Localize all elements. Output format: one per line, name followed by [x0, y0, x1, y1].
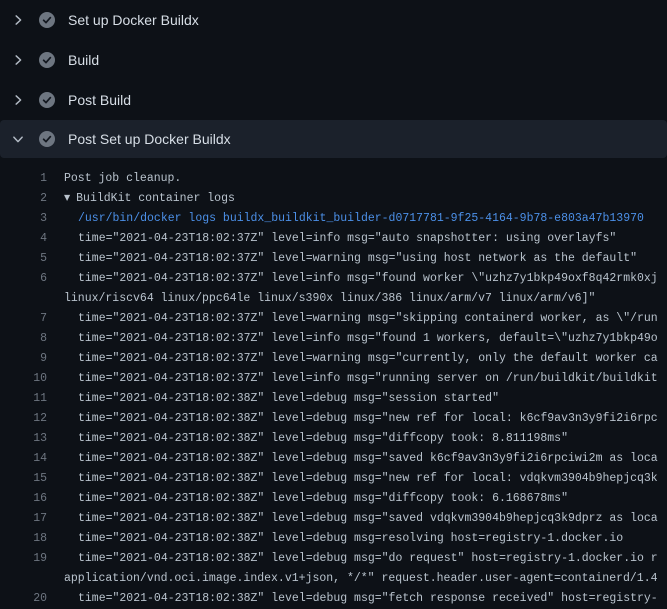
log-line-text: time="2021-04-23T18:02:38Z" level=debug …	[78, 589, 658, 609]
log-line-text: Post job cleanup.	[64, 169, 181, 189]
log-line-number[interactable]: 19	[0, 549, 47, 569]
log-line-text: ▼ BuildKit container logs	[64, 189, 235, 209]
log-line: 11 time="2021-04-23T18:02:38Z" level=deb…	[0, 389, 667, 409]
log-line-number[interactable]: 20	[0, 589, 47, 609]
log-line-number[interactable]: 4	[0, 229, 47, 249]
log-line: 2 ▼ BuildKit container logs	[0, 189, 667, 209]
steps-list: Set up Docker Buildx Build Post Build Po…	[0, 0, 667, 158]
log-line-number[interactable]: 15	[0, 469, 47, 489]
check-circle-icon	[39, 52, 55, 68]
log-line-text: time="2021-04-23T18:02:37Z" level=warnin…	[78, 309, 658, 329]
log-line-text: linux/riscv64 linux/ppc64le linux/s390x …	[64, 289, 595, 309]
log-line-text: time="2021-04-23T18:02:37Z" level=warnin…	[78, 349, 658, 369]
log-line: 9 time="2021-04-23T18:02:37Z" level=warn…	[0, 349, 667, 369]
log-line: 10 time="2021-04-23T18:02:37Z" level=inf…	[0, 369, 667, 389]
log-line-text: time="2021-04-23T18:02:38Z" level=debug …	[78, 389, 499, 409]
log-line: 8 time="2021-04-23T18:02:37Z" level=info…	[0, 329, 667, 349]
log-line-number[interactable]: 1	[0, 169, 47, 189]
log-line-number[interactable]: 6	[0, 269, 47, 289]
step-title: Build	[68, 52, 99, 68]
check-circle-icon	[39, 12, 55, 28]
log-line: 18 time="2021-04-23T18:02:38Z" level=deb…	[0, 529, 667, 549]
log-line-number[interactable]: 8	[0, 329, 47, 349]
step-row-3[interactable]: Post Set up Docker Buildx	[0, 120, 667, 158]
log-line-text: application/vnd.oci.image.index.v1+json,…	[64, 569, 658, 589]
log-line: 16 time="2021-04-23T18:02:38Z" level=deb…	[0, 489, 667, 509]
check-circle-icon	[39, 92, 55, 108]
log-line-text: time="2021-04-23T18:02:38Z" level=debug …	[78, 489, 568, 509]
log-line-number[interactable]: 13	[0, 429, 47, 449]
chevron-down-icon	[10, 131, 26, 147]
step-row-1[interactable]: Build	[0, 40, 667, 80]
group-expanded-icon[interactable]: ▼	[64, 193, 70, 202]
log-line-number[interactable]: 5	[0, 249, 47, 269]
log-line: 15 time="2021-04-23T18:02:38Z" level=deb…	[0, 469, 667, 489]
log-line: 12 time="2021-04-23T18:02:38Z" level=deb…	[0, 409, 667, 429]
log-line-text: time="2021-04-23T18:02:38Z" level=debug …	[78, 509, 658, 529]
step-title: Post Set up Docker Buildx	[68, 131, 231, 147]
log-line-text: time="2021-04-23T18:02:38Z" level=debug …	[78, 409, 658, 429]
log-line-text: time="2021-04-23T18:02:38Z" level=debug …	[78, 549, 658, 569]
log-line: 14 time="2021-04-23T18:02:38Z" level=deb…	[0, 449, 667, 469]
log-line: 17 time="2021-04-23T18:02:38Z" level=deb…	[0, 509, 667, 529]
log-line-number[interactable]: 3	[0, 209, 47, 229]
log-line: 3 /usr/bin/docker logs buildx_buildkit_b…	[0, 209, 667, 229]
log-command-text: /usr/bin/docker logs buildx_buildkit_bui…	[78, 209, 644, 229]
workflow-log-panel: Set up Docker Buildx Build Post Build Po…	[0, 0, 667, 609]
log-line-text: time="2021-04-23T18:02:37Z" level=info m…	[78, 329, 658, 349]
log-line: linux/riscv64 linux/ppc64le linux/s390x …	[0, 289, 667, 309]
log-line-number[interactable]: 7	[0, 309, 47, 329]
step-title: Post Build	[68, 92, 131, 108]
chevron-right-icon	[10, 52, 26, 68]
log-viewer: 1 Post job cleanup. 2 ▼ BuildKit containe…	[0, 169, 667, 609]
log-line-text: time="2021-04-23T18:02:38Z" level=debug …	[78, 449, 658, 469]
log-line: 20 time="2021-04-23T18:02:38Z" level=deb…	[0, 589, 667, 609]
log-line-number[interactable]: 16	[0, 489, 47, 509]
log-line-number[interactable]: 11	[0, 389, 47, 409]
log-line-text: time="2021-04-23T18:02:38Z" level=debug …	[78, 529, 623, 549]
step-row-0[interactable]: Set up Docker Buildx	[0, 0, 667, 40]
log-line: 7 time="2021-04-23T18:02:37Z" level=warn…	[0, 309, 667, 329]
log-line-text: time="2021-04-23T18:02:38Z" level=debug …	[78, 429, 568, 449]
log-line-text: time="2021-04-23T18:02:37Z" level=info m…	[78, 269, 658, 289]
log-line-number[interactable]: 10	[0, 369, 47, 389]
log-line-number[interactable]: 18	[0, 529, 47, 549]
log-line-text: time="2021-04-23T18:02:37Z" level=info m…	[78, 369, 658, 389]
chevron-right-icon	[10, 92, 26, 108]
log-line-text: time="2021-04-23T18:02:38Z" level=debug …	[78, 469, 658, 489]
log-line: 6 time="2021-04-23T18:02:37Z" level=info…	[0, 269, 667, 289]
log-line-number[interactable]	[0, 569, 47, 589]
log-line-text: time="2021-04-23T18:02:37Z" level=warnin…	[78, 249, 637, 269]
log-line-number[interactable]: 12	[0, 409, 47, 429]
log-line: 1 Post job cleanup.	[0, 169, 667, 189]
log-line-number[interactable]	[0, 289, 47, 309]
step-title: Set up Docker Buildx	[68, 12, 199, 28]
log-line-number[interactable]: 17	[0, 509, 47, 529]
step-row-2[interactable]: Post Build	[0, 80, 667, 120]
log-group-label[interactable]: BuildKit container logs	[76, 192, 235, 205]
log-line-number[interactable]: 2	[0, 189, 47, 209]
log-line: 19 time="2021-04-23T18:02:38Z" level=deb…	[0, 549, 667, 569]
chevron-right-icon	[10, 12, 26, 28]
log-line: application/vnd.oci.image.index.v1+json,…	[0, 569, 667, 589]
log-line-number[interactable]: 14	[0, 449, 47, 469]
log-line: 4 time="2021-04-23T18:02:37Z" level=info…	[0, 229, 667, 249]
check-circle-icon	[39, 131, 55, 147]
log-line-number[interactable]: 9	[0, 349, 47, 369]
log-line: 5 time="2021-04-23T18:02:37Z" level=warn…	[0, 249, 667, 269]
log-line-text: time="2021-04-23T18:02:37Z" level=info m…	[78, 229, 616, 249]
log-line: 13 time="2021-04-23T18:02:38Z" level=deb…	[0, 429, 667, 449]
